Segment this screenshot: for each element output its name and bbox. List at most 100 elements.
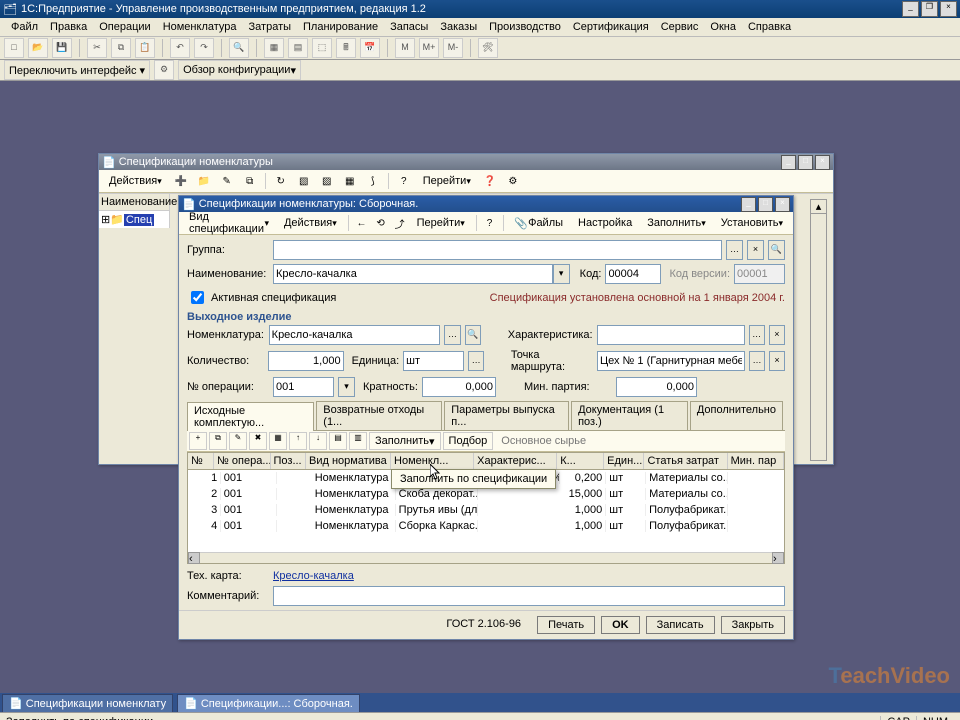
minparty-input[interactable] [616,377,697,397]
spec-form-titlebar[interactable]: 📄 Спецификации номенклатуры: Сборочная. … [179,196,793,212]
new-icon[interactable]: □ [4,38,24,58]
fill-by-spec-popup[interactable]: Заполнить по спецификации [391,469,556,489]
switch-interface-button[interactable]: Переключить интерфейс ▾ [4,60,150,80]
help-icon[interactable]: ? [482,213,498,233]
open-icon[interactable]: 📂 [28,38,48,58]
menu-windows[interactable]: Окна [704,21,742,33]
group-input[interactable] [273,240,722,260]
filter-icon[interactable]: ⟆ [363,171,383,191]
max-icon[interactable]: □ [798,155,813,170]
tab-output-params[interactable]: Параметры выпуска п... [444,401,569,430]
group-search-button[interactable]: 🔍 [768,240,785,260]
col-pos[interactable]: Поз... [271,453,307,469]
help2-icon[interactable]: ❓ [480,171,500,191]
go-menu[interactable]: Перейти [417,171,477,191]
grid-hscroll[interactable]: ‹ › [188,552,784,563]
copy-icon[interactable]: ⧉ [111,38,131,58]
qty-input[interactable] [268,351,344,371]
view-spec-menu[interactable]: Вид спецификации [183,213,275,233]
menu-costs[interactable]: Затраты [243,21,298,33]
icon-a[interactable]: ▦ [269,432,287,450]
close-button[interactable]: Закрыть [721,616,785,634]
menu-production[interactable]: Производство [483,21,567,33]
cal-icon[interactable]: 📅 [360,38,380,58]
min-icon[interactable]: _ [741,197,756,212]
add-icon[interactable]: ➕ [171,171,191,191]
copy-row-icon[interactable]: ⧉ [209,432,227,450]
calc-icon[interactable]: 🖩 [336,38,356,58]
mult-input[interactable] [422,377,496,397]
icon7[interactable]: ▦ [340,171,360,191]
help-icon[interactable]: ? [394,171,414,191]
opnum-input[interactable] [273,377,334,397]
ext1-icon[interactable]: ▦ [264,38,284,58]
restore-button[interactable]: ❐ [921,1,938,17]
col-char[interactable]: Характерис... [474,453,557,469]
tree-item[interactable]: ⊞ 📁 Спец [99,211,169,228]
col-qty[interactable]: К... [557,453,604,469]
config-icon[interactable]: ⚙ [154,60,174,80]
print-button[interactable]: Печать [537,616,595,634]
menu-service[interactable]: Сервис [655,21,705,33]
techmap-link[interactable]: Кресло-качалка [273,570,354,582]
unit-input[interactable] [403,351,464,371]
menu-operations[interactable]: Операции [93,21,156,33]
minimize-button[interactable]: _ [902,1,919,17]
char-clear-button[interactable]: × [769,325,785,345]
find-icon[interactable]: 🔍 [229,38,249,58]
del-row-icon[interactable]: ✖ [249,432,267,450]
col-unit[interactable]: Един... [604,453,644,469]
close-icon[interactable]: × [775,197,790,212]
code-input[interactable] [605,264,661,284]
char-select-button[interactable]: … [749,325,765,345]
comment-input[interactable] [273,586,785,606]
table-row[interactable]: 4001НоменклатураСборка Каркас...1,000штП… [188,518,784,534]
col-op[interactable]: № опера... [214,453,270,469]
icon5[interactable]: ▧ [294,171,314,191]
down-icon[interactable]: ↓ [309,432,327,450]
unit-select-button[interactable]: … [468,351,484,371]
scroll-right-button[interactable]: › [772,552,784,564]
group-select-button[interactable]: … [726,240,743,260]
copy-row-icon[interactable]: ⧉ [240,171,260,191]
undo-icon[interactable]: ↶ [170,38,190,58]
edit-icon[interactable]: ✎ [217,171,237,191]
menu-planning[interactable]: Планирование [297,21,384,33]
components-grid[interactable]: № № опера... Поз... Вид норматива Номенк… [187,452,785,564]
tab-docs[interactable]: Документация (1 поз.) [571,401,688,430]
route-input[interactable] [597,351,745,371]
menu-nomenclature[interactable]: Номенклатура [157,21,243,33]
route-clear-button[interactable]: × [769,351,785,371]
ext3-icon[interactable]: ⬚ [312,38,332,58]
cut-icon[interactable]: ✂ [87,38,107,58]
addgrp-icon[interactable]: 📁 [194,171,214,191]
col-min[interactable]: Мин. пар [728,453,784,469]
nomen-input[interactable] [269,325,441,345]
list-vscroll[interactable]: ▴ [810,199,827,461]
menu-help[interactable]: Справка [742,21,797,33]
nomen-select-button[interactable]: … [444,325,460,345]
select-button[interactable]: Подбор [443,432,494,450]
save-button[interactable]: Записать [646,616,715,634]
group-clear-button[interactable]: × [747,240,764,260]
menu-stock[interactable]: Запасы [384,21,434,33]
install-menu[interactable]: Установить [715,213,789,233]
scroll-left-button[interactable]: ‹ [188,552,200,564]
nomen-search-button[interactable]: 🔍 [465,325,481,345]
name-input[interactable] [273,264,553,284]
paste-icon[interactable]: 📋 [135,38,155,58]
redo-icon[interactable]: ↷ [194,38,214,58]
m-icon[interactable]: M [395,38,415,58]
close-icon[interactable]: × [815,155,830,170]
opnum-dd-button[interactable]: ▾ [338,377,355,397]
icon-b[interactable]: ▤ [329,432,347,450]
edit-row-icon[interactable]: ✎ [229,432,247,450]
col-cost[interactable]: Статья затрат [644,453,727,469]
mplus-icon[interactable]: M+ [419,38,439,58]
tools-icon[interactable]: 🛠 [478,38,498,58]
icon6[interactable]: ▨ [317,171,337,191]
save-icon[interactable]: 💾 [52,38,72,58]
icon-c[interactable]: ▥ [349,432,367,450]
max-icon[interactable]: □ [758,197,773,212]
actions-menu[interactable]: Действия [103,171,168,191]
